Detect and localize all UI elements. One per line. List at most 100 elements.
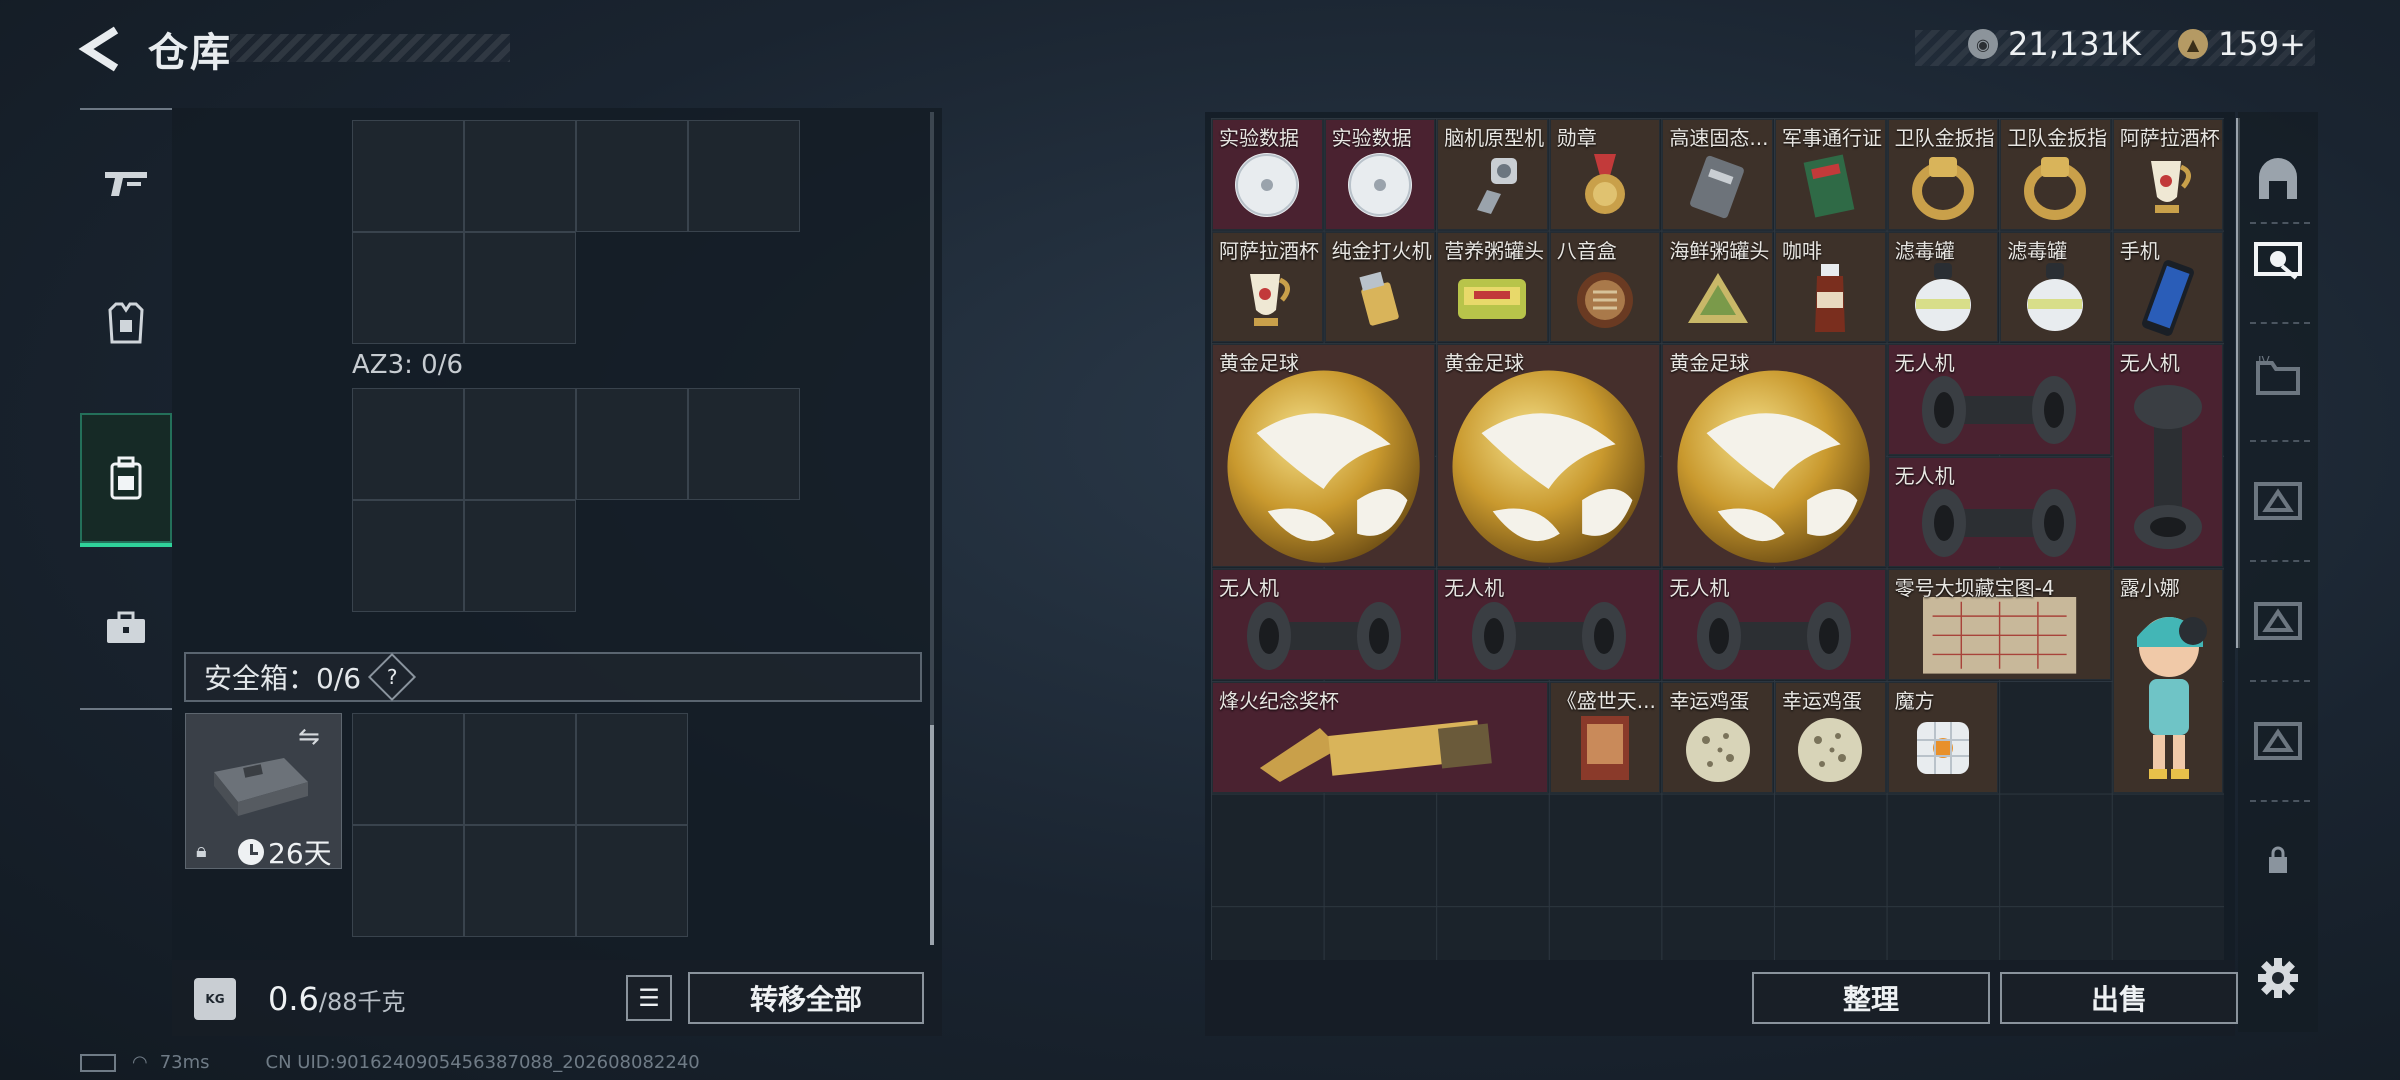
- grid-slot[interactable]: [576, 825, 688, 937]
- back-button[interactable]: [78, 26, 122, 72]
- grid-slot[interactable]: [352, 232, 464, 344]
- safebox-item[interactable]: ⇋ 🔒︎ 26天: [185, 713, 342, 870]
- grid-slot[interactable]: [352, 825, 464, 937]
- stash-item[interactable]: 无人机: [1887, 344, 2111, 455]
- vest-icon: [108, 302, 144, 344]
- stash-item[interactable]: 实验数据: [1324, 119, 1436, 230]
- stash-item[interactable]: 《盛世天...: [1549, 682, 1661, 793]
- grid-slot[interactable]: [464, 232, 576, 344]
- help-button[interactable]: ?: [368, 652, 417, 702]
- stash-item[interactable]: 滤毒罐: [1887, 231, 1999, 343]
- sidebar-item-armor[interactable]: [80, 258, 172, 388]
- left-scrollbar-thumb[interactable]: [930, 725, 934, 945]
- stash-item[interactable]: 无人机: [1437, 569, 1661, 680]
- grid-slot[interactable]: [464, 713, 576, 825]
- safebox-grid[interactable]: [352, 713, 688, 937]
- stash-tab-7[interactable]: [2248, 710, 2308, 770]
- sort-button[interactable]: 整理: [1752, 972, 1990, 1024]
- ball-icon: [1213, 367, 1434, 566]
- grid-slot[interactable]: [688, 388, 800, 500]
- sidebar-divider: [80, 108, 172, 110]
- grid-slot[interactable]: [352, 713, 464, 825]
- item-name: 海鲜粥罐头: [1669, 238, 1770, 263]
- settings-button[interactable]: [2248, 948, 2308, 1008]
- stash-tab-5[interactable]: [2248, 470, 2308, 530]
- stash-item[interactable]: 八音盒: [1549, 231, 1661, 343]
- grid-slot[interactable]: [464, 388, 576, 500]
- stash-item[interactable]: 勋章: [1549, 119, 1661, 230]
- az2-grid[interactable]: [352, 120, 800, 344]
- stash-item[interactable]: 阿萨拉酒杯: [1212, 231, 1323, 343]
- swap-icon[interactable]: ⇋: [298, 722, 320, 752]
- grid-slot[interactable]: [576, 388, 688, 500]
- stash-item[interactable]: 黄金足球: [1437, 344, 1661, 568]
- stash-item[interactable]: 军事通行证: [1775, 119, 1886, 230]
- stash-item[interactable]: 无人机: [2112, 344, 2224, 568]
- sidebar-item-case[interactable]: [80, 563, 172, 693]
- egg-icon: [1663, 705, 1772, 792]
- list-view-button[interactable]: ☰: [626, 975, 672, 1021]
- stash-item[interactable]: 实验数据: [1212, 119, 1323, 230]
- sell-button[interactable]: 出售: [2000, 972, 2238, 1024]
- uid-text: CN UID:9016240905456387088_202608082240: [265, 1052, 700, 1073]
- grid-slot[interactable]: [464, 120, 576, 232]
- stash-item[interactable]: 无人机: [1662, 569, 1886, 680]
- stash-item[interactable]: 滤毒罐: [2000, 231, 2111, 343]
- grid-slot[interactable]: [688, 120, 800, 232]
- home-tab-icon: [2259, 158, 2297, 199]
- item-name: 勋章: [1556, 126, 1597, 150]
- grid-slot[interactable]: [352, 500, 464, 612]
- stash-tab-home[interactable]: [2248, 150, 2308, 210]
- stash-item[interactable]: 脑机原型机: [1437, 119, 1548, 230]
- az3-grid[interactable]: [352, 388, 800, 612]
- stash-item[interactable]: 高速固态...: [1662, 119, 1773, 230]
- stash-tab-locked[interactable]: [2248, 830, 2308, 890]
- stash-item[interactable]: 黄金足球: [1212, 344, 1436, 568]
- sidebar-item-backpack[interactable]: [80, 413, 172, 547]
- grid-slot[interactable]: [576, 120, 688, 232]
- ring-icon: [2001, 142, 2110, 229]
- back-arrow-icon: [78, 26, 119, 72]
- stash-tab-all[interactable]: [2248, 228, 2308, 288]
- stash-item[interactable]: 手机: [2112, 231, 2224, 343]
- item-name: 咖啡: [1782, 238, 1822, 263]
- device-icon: [1438, 142, 1547, 229]
- stash-item[interactable]: 卫队金扳指: [2000, 119, 2111, 230]
- sidebar-item-weapon[interactable]: [80, 118, 172, 248]
- stash-item[interactable]: 纯金打火机: [1324, 231, 1436, 343]
- stash-item[interactable]: 幸运鸡蛋: [1775, 682, 1886, 793]
- stash-item[interactable]: 黄金足球: [1662, 344, 1886, 568]
- stash-item[interactable]: 无人机: [1887, 456, 2111, 568]
- stash-item[interactable]: 烽火纪念奖杯: [1212, 682, 1548, 793]
- stash-item[interactable]: 卫队金扳指: [1887, 119, 1999, 230]
- item-name: 《盛世天...: [1556, 689, 1656, 713]
- lock-icon: 🔒︎: [196, 838, 207, 862]
- grid-slot[interactable]: [352, 388, 464, 500]
- stash-item[interactable]: 零号大坝藏宝图-4: [1887, 569, 2111, 680]
- stash-item[interactable]: 无人机: [1212, 569, 1436, 680]
- stash-grid[interactable]: 实验数据 实验数据 脑机原型机 勋章 高速固态... 军事通行证 卫队金扳指 卫队金扳指 阿萨拉…: [1211, 118, 2224, 960]
- stash-item[interactable]: 营养粥罐头: [1437, 231, 1548, 343]
- item-name: 脑机原型机: [1444, 126, 1545, 150]
- stash-item[interactable]: 海鲜粥罐头: [1662, 231, 1773, 343]
- safebox-header: 安全箱：0/6 ?: [184, 652, 922, 702]
- grid-slot[interactable]: [464, 825, 576, 937]
- stash-item[interactable]: 露小娜: [2112, 569, 2224, 793]
- grid-slot[interactable]: [464, 500, 576, 612]
- stash-item[interactable]: 阿萨拉酒杯: [2112, 119, 2224, 230]
- stash-item[interactable]: 魔方: [1887, 682, 1999, 793]
- stash-tab-6[interactable]: [2248, 590, 2308, 650]
- transfer-all-button[interactable]: 转移全部: [688, 972, 924, 1024]
- grid-slot[interactable]: [352, 120, 464, 232]
- stash-item[interactable]: 咖啡: [1775, 231, 1886, 343]
- stash-item[interactable]: 幸运鸡蛋: [1662, 682, 1773, 793]
- item-name: 零号大坝藏宝图-4: [1894, 576, 2055, 601]
- stash-tab-4[interactable]: IV: [2248, 345, 2308, 405]
- coin-silver-icon: ◉: [1968, 29, 1998, 59]
- grid-slot[interactable]: [576, 713, 688, 825]
- az3-label: AZ3: 0/6: [352, 350, 464, 380]
- ball-icon: [1663, 367, 1884, 566]
- item-name: 实验数据: [1219, 126, 1299, 150]
- currency-a[interactable]: ◉ 21,131K: [1968, 22, 2141, 66]
- currency-b[interactable]: ▲ 159+: [2178, 22, 2306, 66]
